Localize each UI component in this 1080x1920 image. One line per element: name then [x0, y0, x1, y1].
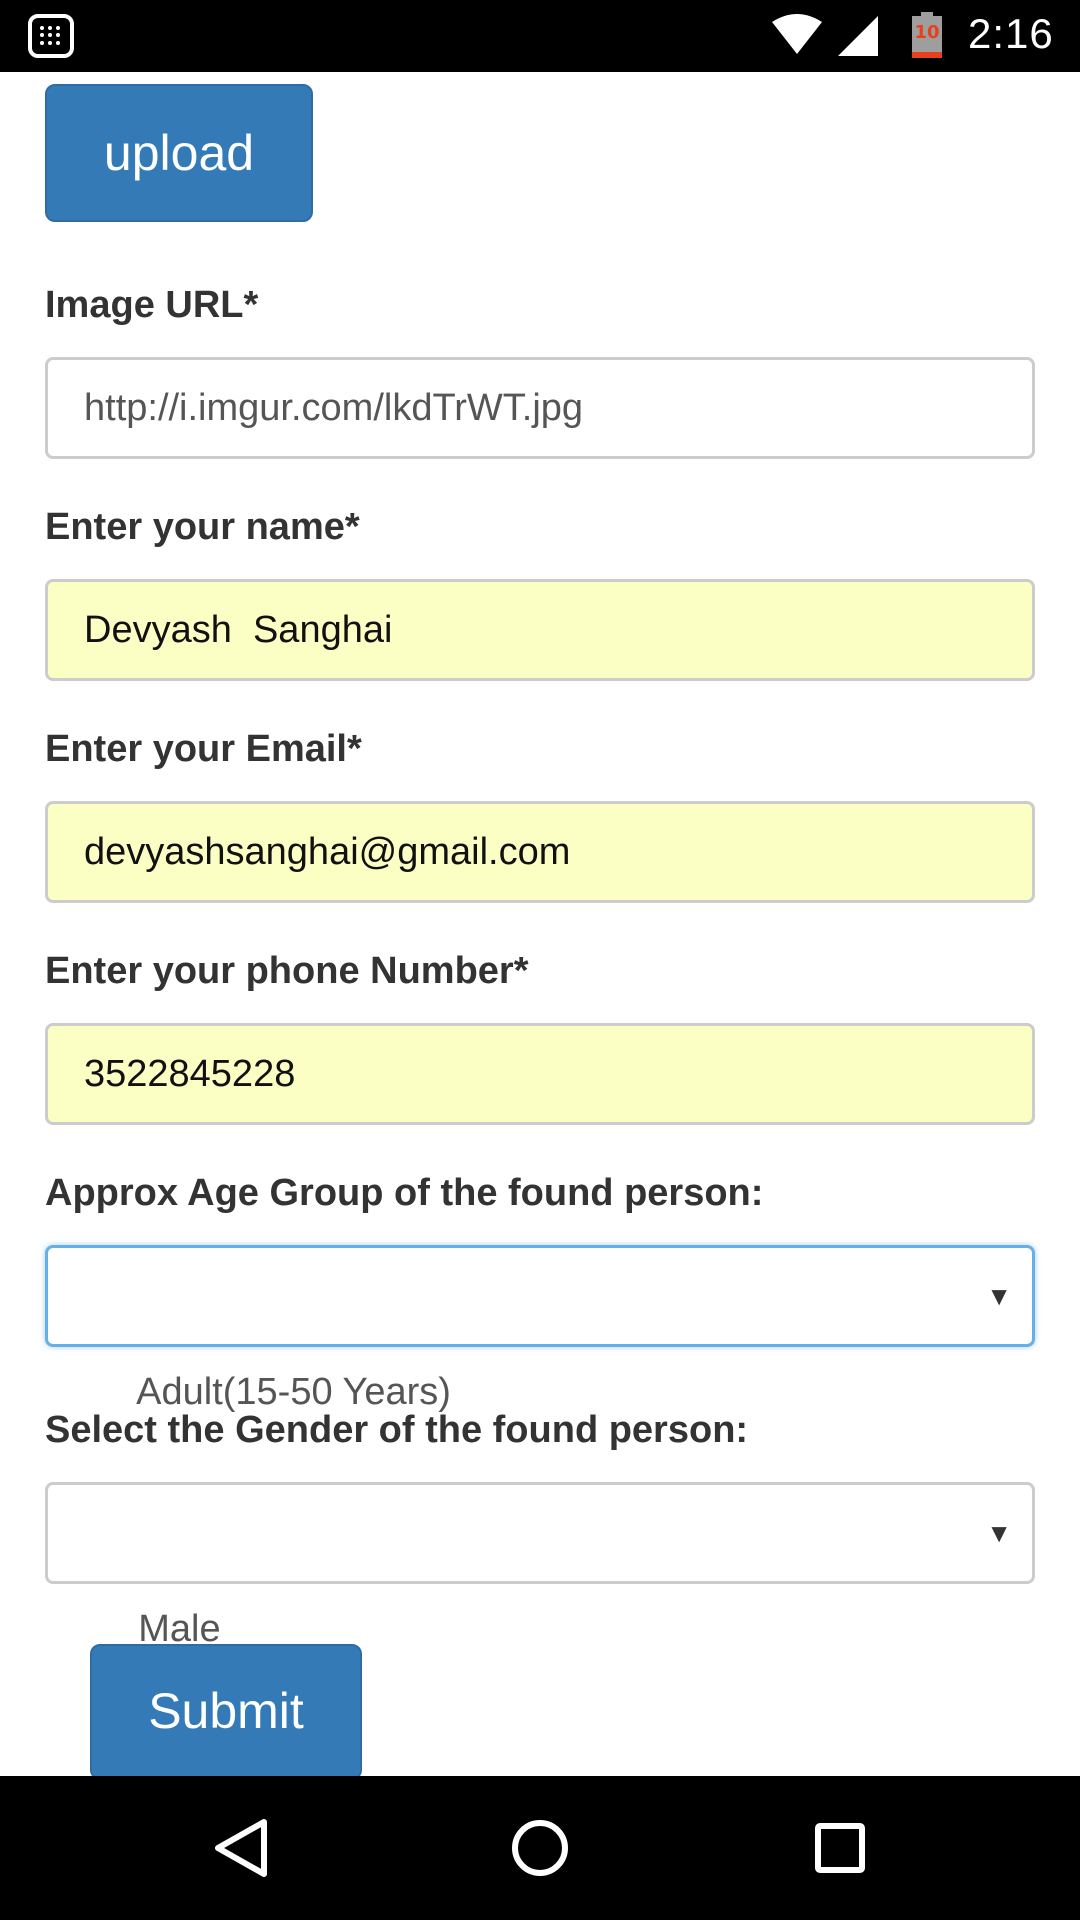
upload-button[interactable]: upload — [45, 84, 313, 222]
age-group-select[interactable]: Adult(15-50 Years) ▼ — [45, 1245, 1035, 1413]
name-input[interactable]: Devyash Sanghai — [45, 579, 1035, 681]
cell-signal-icon — [838, 16, 878, 56]
dropdown-caret-icon: ▼ — [986, 1518, 1012, 1548]
age-group-label: Approx Age Group of the found person: — [45, 1172, 764, 1214]
name-label: Enter your name* — [45, 506, 360, 548]
app-grid-icon — [28, 14, 74, 58]
status-bar: 10 2:16 — [0, 0, 1080, 72]
phone-input[interactable]: 3522845228 — [45, 1023, 1035, 1125]
home-icon[interactable] — [504, 1812, 576, 1884]
dropdown-caret-icon: ▼ — [986, 1281, 1012, 1311]
phone-label: Enter your phone Number* — [45, 950, 529, 992]
battery-level-text: 10 — [914, 22, 940, 43]
recents-icon[interactable] — [804, 1812, 876, 1884]
submit-button[interactable]: Submit — [90, 1644, 362, 1780]
wifi-icon — [772, 14, 822, 54]
back-icon[interactable] — [204, 1812, 276, 1884]
email-label: Enter your Email* — [45, 728, 362, 770]
gender-select[interactable]: Male ▼ — [45, 1482, 1035, 1650]
gender-label: Select the Gender of the found person: — [45, 1409, 749, 1451]
image-url-label: Image URL* — [45, 284, 259, 326]
image-url-input[interactable]: http://i.imgur.com/lkdTrWT.jpg — [45, 357, 1035, 459]
navigation-bar — [0, 1776, 1080, 1920]
age-group-selected-value: Adult(15-50 Years) — [136, 1371, 451, 1413]
email-input[interactable]: devyashsanghai@gmail.com — [45, 801, 1035, 903]
clock: 2:16 — [968, 10, 1054, 57]
screen: 10 2:16 upload Image URL* http://i.imgur… — [0, 0, 1080, 1920]
